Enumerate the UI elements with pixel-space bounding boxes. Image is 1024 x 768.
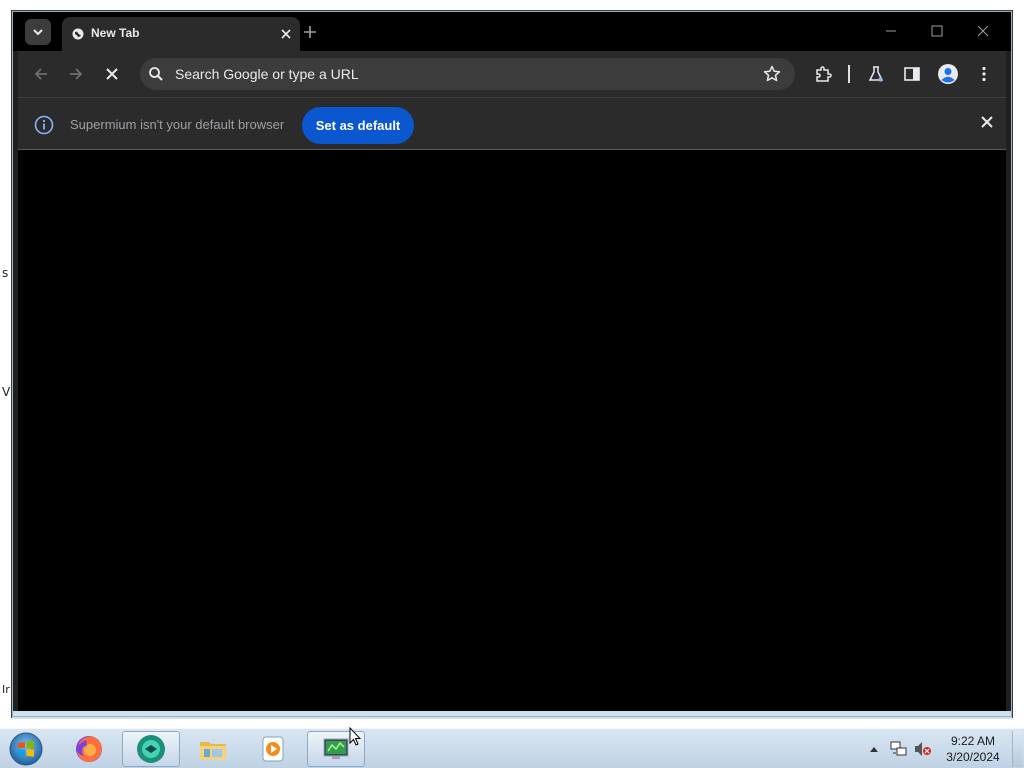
- side-panel-button[interactable]: [899, 61, 925, 87]
- infobar-message: Supermium isn't your default browser: [70, 117, 285, 132]
- stop-loading-button[interactable]: [99, 61, 125, 87]
- mouse-cursor-icon: [349, 727, 361, 746]
- supermium-icon: [137, 735, 165, 763]
- taskbar-clock[interactable]: 9:22 AM 3/20/2024: [938, 733, 1008, 765]
- desktop-icon-label-fragment: Ir: [2, 683, 10, 696]
- page-content-area[interactable]: [18, 150, 1006, 711]
- desktop-icon-label-fragment: s: [2, 266, 9, 280]
- volume-muted-icon: [915, 742, 931, 756]
- close-window-button[interactable]: [968, 19, 998, 43]
- firefox-icon: [76, 736, 102, 762]
- chevron-down-icon: [33, 29, 43, 36]
- taskbar: 9:22 AM 3/20/2024: [0, 728, 1024, 768]
- show-desktop-button[interactable]: [1012, 731, 1022, 767]
- search-icon: [149, 67, 163, 81]
- new-tab-button[interactable]: [298, 20, 322, 44]
- taskbar-file-explorer[interactable]: [184, 731, 242, 767]
- tab-close-button[interactable]: [278, 26, 294, 42]
- taskbar-firefox[interactable]: [60, 731, 118, 767]
- clock-time: 9:22 AM: [950, 734, 996, 748]
- extensions-icon: [816, 66, 832, 82]
- media-player-icon: [262, 736, 284, 762]
- star-icon[interactable]: [763, 65, 781, 83]
- extensions-button[interactable]: [810, 61, 836, 87]
- forward-button[interactable]: [63, 61, 89, 87]
- forward-icon: [70, 68, 83, 80]
- minimize-button[interactable]: [876, 19, 906, 43]
- close-icon: [977, 25, 989, 37]
- start-button-windows-icon[interactable]: [8, 732, 44, 766]
- tab-new-tab[interactable]: New Tab: [62, 17, 300, 51]
- taskbar-supermium[interactable]: [122, 731, 180, 767]
- more-menu-icon: [982, 66, 986, 82]
- file-explorer-icon: [200, 742, 226, 760]
- browser-window: New Tab Search Google or type a URL Supe…: [11, 10, 1013, 719]
- set-as-default-button[interactable]: Set as default: [302, 107, 414, 144]
- toolbar-separator: [848, 65, 850, 83]
- more-menu-button[interactable]: [971, 61, 997, 87]
- close-icon: [281, 29, 291, 39]
- back-icon: [34, 68, 47, 80]
- desktop-icon-label-fragment: V: [2, 385, 11, 399]
- network-tray-button[interactable]: [888, 729, 910, 768]
- maximize-icon: [931, 25, 943, 37]
- window-frame-bottom: [12, 711, 1012, 719]
- tab-title: New Tab: [91, 26, 140, 40]
- profile-icon: [938, 64, 958, 84]
- profile-button[interactable]: [935, 61, 961, 87]
- info-icon: [34, 115, 54, 135]
- default-browser-infobar: Supermium isn't your default browser Set…: [18, 97, 1006, 150]
- show-hidden-icons-button[interactable]: [866, 729, 882, 768]
- labs-flask-icon: [868, 66, 884, 82]
- tab-strip: New Tab: [12, 11, 1012, 51]
- stop-loading-icon: [106, 68, 118, 80]
- back-button[interactable]: [28, 61, 54, 87]
- browser-toolbar: Search Google or type a URL: [18, 51, 1006, 97]
- maximize-button[interactable]: [922, 19, 952, 43]
- address-bar[interactable]: Search Google or type a URL: [140, 58, 795, 90]
- labs-button[interactable]: [863, 61, 889, 87]
- remote-desktop-icon: [323, 738, 349, 759]
- side-panel-icon: [904, 67, 920, 81]
- globe-icon: [72, 28, 84, 40]
- tab-search-button[interactable]: [25, 19, 51, 45]
- clock-date: 3/20/2024: [946, 750, 1000, 764]
- address-bar-placeholder: Search Google or type a URL: [175, 66, 359, 82]
- close-icon[interactable]: [980, 115, 994, 129]
- network-icon: [890, 741, 907, 756]
- taskbar-media-player[interactable]: [244, 731, 302, 767]
- show-hidden-icons: [870, 747, 878, 752]
- volume-tray-button[interactable]: [912, 729, 934, 768]
- minimize-icon: [886, 30, 896, 32]
- plus-icon: [304, 26, 316, 38]
